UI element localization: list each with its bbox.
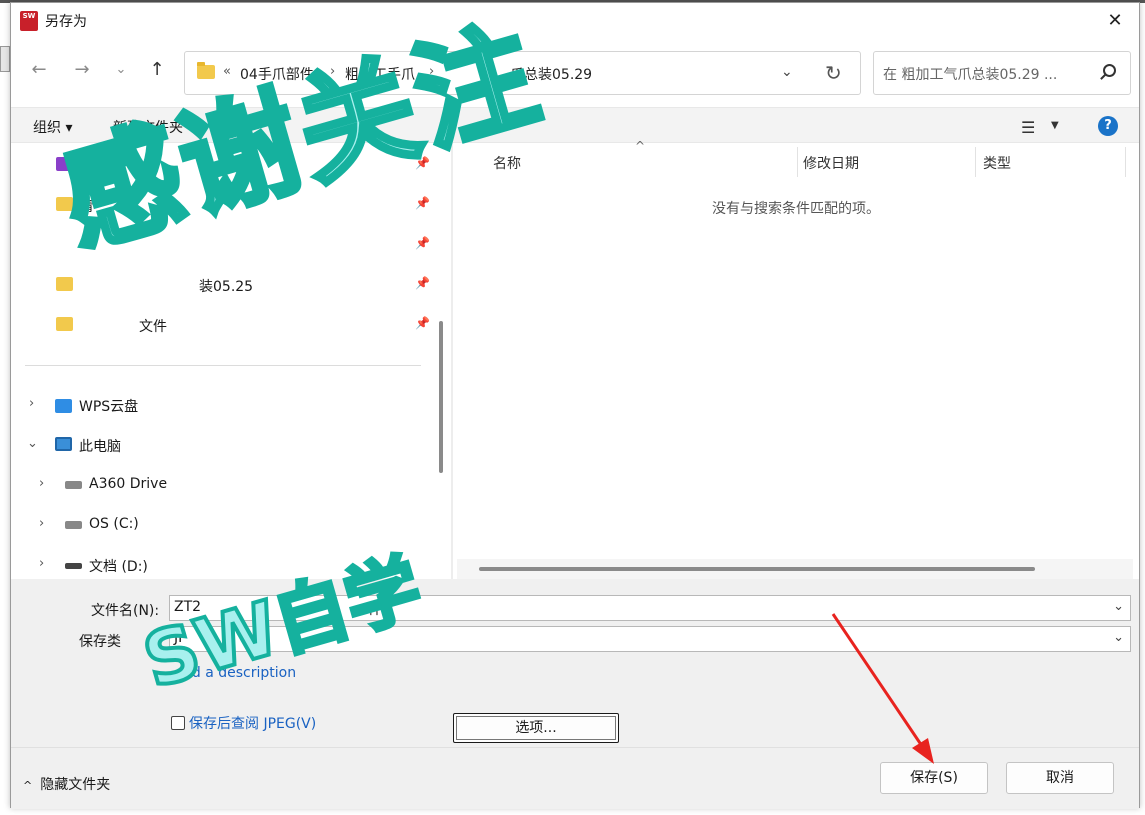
nav-item-folder[interactable]: 装05.25 📌 <box>11 267 431 303</box>
nav-divider <box>25 365 421 366</box>
column-separator[interactable] <box>797 147 798 177</box>
horizontal-scrollbar[interactable] <box>457 559 1133 579</box>
close-icon: ✕ <box>1107 10 1123 31</box>
pin-icon[interactable]: 📌 <box>415 316 430 330</box>
nav-item-label: OS (C:) <box>89 516 139 532</box>
scrollbar-thumb[interactable] <box>479 567 1035 571</box>
disk-icon <box>65 563 82 569</box>
options-button[interactable]: 选项... <box>453 713 619 743</box>
nav-item-label: 文档 (D:) <box>89 559 148 575</box>
nav-item-label: 此电脑 <box>79 439 121 455</box>
chevron-up-icon: ^ <box>23 779 33 792</box>
pin-icon[interactable]: 📌 <box>415 236 430 250</box>
cloud-icon <box>55 399 72 413</box>
column-separator[interactable] <box>1125 147 1126 177</box>
chevron-down-icon: ⌄ <box>115 62 127 77</box>
dialog-title: 另存为 <box>45 14 87 30</box>
column-separator[interactable] <box>975 147 976 177</box>
nav-scrollbar[interactable] <box>439 321 443 473</box>
help-icon[interactable]: ? <box>1098 116 1118 136</box>
arrow-left-icon: ← <box>31 59 47 80</box>
column-header-type[interactable]: 类型 <box>983 153 1011 173</box>
arrow-right-icon: → <box>74 59 90 80</box>
folder-icon <box>56 317 73 331</box>
drive-icon <box>65 521 82 529</box>
view-after-save-checkbox[interactable] <box>171 716 185 730</box>
search-input[interactable]: 在 粗加工气爪总装05.29 ... <box>873 51 1131 95</box>
nav-item-wps-cloud[interactable]: › WPS云盘 <box>11 387 431 423</box>
column-header-date-modified[interactable]: 修改日期 <box>803 153 859 173</box>
title-bar: SW 另存为 ✕ <box>11 3 1139 37</box>
chevron-right-icon[interactable]: › <box>39 476 44 491</box>
chevron-right-icon[interactable]: › <box>39 516 44 531</box>
nav-item-a360-drive[interactable]: › A360 Drive <box>11 467 431 503</box>
back-button[interactable]: ← <box>28 59 50 81</box>
hide-folders-label: 隐藏文件夹 <box>40 777 111 793</box>
close-button[interactable]: ✕ <box>1099 7 1131 35</box>
nav-item-label: WPS云盘 <box>79 399 139 415</box>
nav-item-label: 文件 <box>139 319 167 335</box>
filetype-label: 保存类 <box>79 634 121 650</box>
pin-icon[interactable]: 📌 <box>415 276 430 290</box>
a360-drive-icon <box>65 481 82 489</box>
pc-icon <box>55 437 72 451</box>
view-after-save-label[interactable]: 保存后查阅 JPEG(V) <box>189 713 316 733</box>
chevron-down-icon[interactable]: ⌄ <box>27 436 38 451</box>
nav-item-folder[interactable]: 文件 📌 <box>11 307 431 343</box>
nav-item-label: 装05.25 <box>199 279 254 295</box>
hide-folders-toggle[interactable]: ^ 隐藏文件夹 <box>23 774 110 794</box>
chevron-right-icon[interactable]: › <box>29 396 34 411</box>
refresh-icon[interactable]: ↻ <box>825 61 842 85</box>
solidworks-app-icon: SW <box>20 11 38 31</box>
chevron-down-icon[interactable]: ⌄ <box>1113 630 1124 645</box>
forward-button[interactable]: → <box>71 59 93 81</box>
recent-locations-button[interactable]: ⌄ <box>110 59 132 81</box>
chevron-right-icon[interactable]: › <box>39 556 44 571</box>
chevron-down-icon[interactable]: ⌄ <box>1113 599 1124 614</box>
view-options-dropdown-icon[interactable]: ▼ <box>1051 120 1059 131</box>
sort-ascending-icon: ^ <box>635 139 646 153</box>
address-dropdown-icon[interactable]: ⌄ <box>781 64 793 80</box>
dialog-footer: ^ 隐藏文件夹 保存(S) 取消 <box>11 747 1139 809</box>
pin-icon[interactable]: 📌 <box>415 196 430 210</box>
view-list-icon[interactable]: ☰ <box>1021 118 1035 137</box>
background-window-edge <box>0 46 10 72</box>
folder-icon <box>56 277 73 291</box>
empty-results-message: 没有与搜索条件匹配的项。 <box>712 201 880 217</box>
nav-item-label: A360 Drive <box>89 476 168 492</box>
file-list-pane[interactable]: ^ 名称 修改日期 类型 没有与搜索条件匹配的项。 <box>453 139 1139 579</box>
cancel-button[interactable]: 取消 <box>1006 762 1114 794</box>
save-button[interactable]: 保存(S) <box>880 762 988 794</box>
nav-item-this-pc[interactable]: ⌄ 此电脑 <box>11 427 431 463</box>
search-placeholder: 在 粗加工气爪总装05.29 ... <box>883 67 1058 83</box>
search-icon <box>1103 64 1116 77</box>
